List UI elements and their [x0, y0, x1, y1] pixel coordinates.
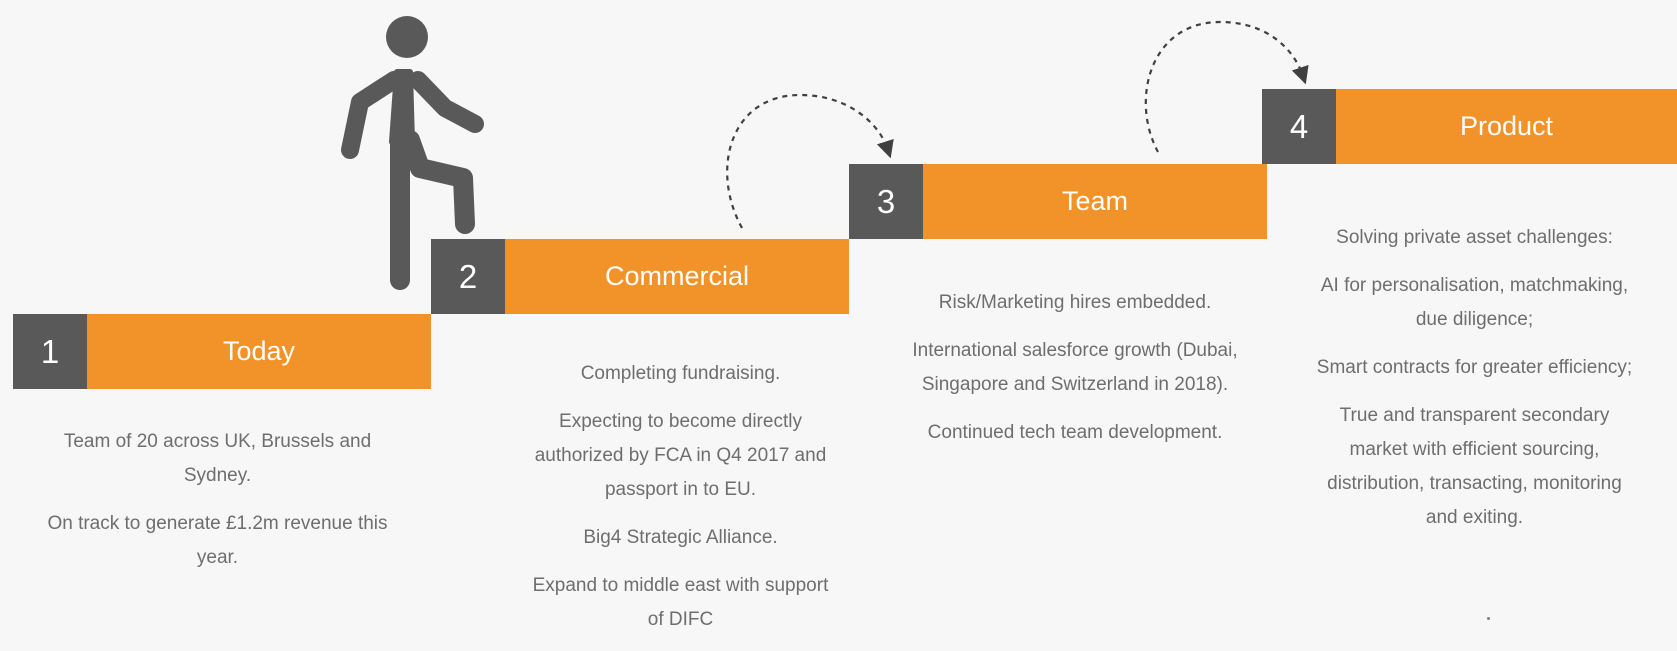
staircase-diagram: 1 Today 2 Commercial 3 Team 4 Product Te… [0, 0, 1677, 642]
dashed-curved-arrow-icon [726, 93, 894, 229]
figure-layer [341, 16, 1309, 290]
dashed-curved-arrow-icon [1144, 20, 1309, 153]
person-climbing-stairs-icon [341, 16, 484, 290]
